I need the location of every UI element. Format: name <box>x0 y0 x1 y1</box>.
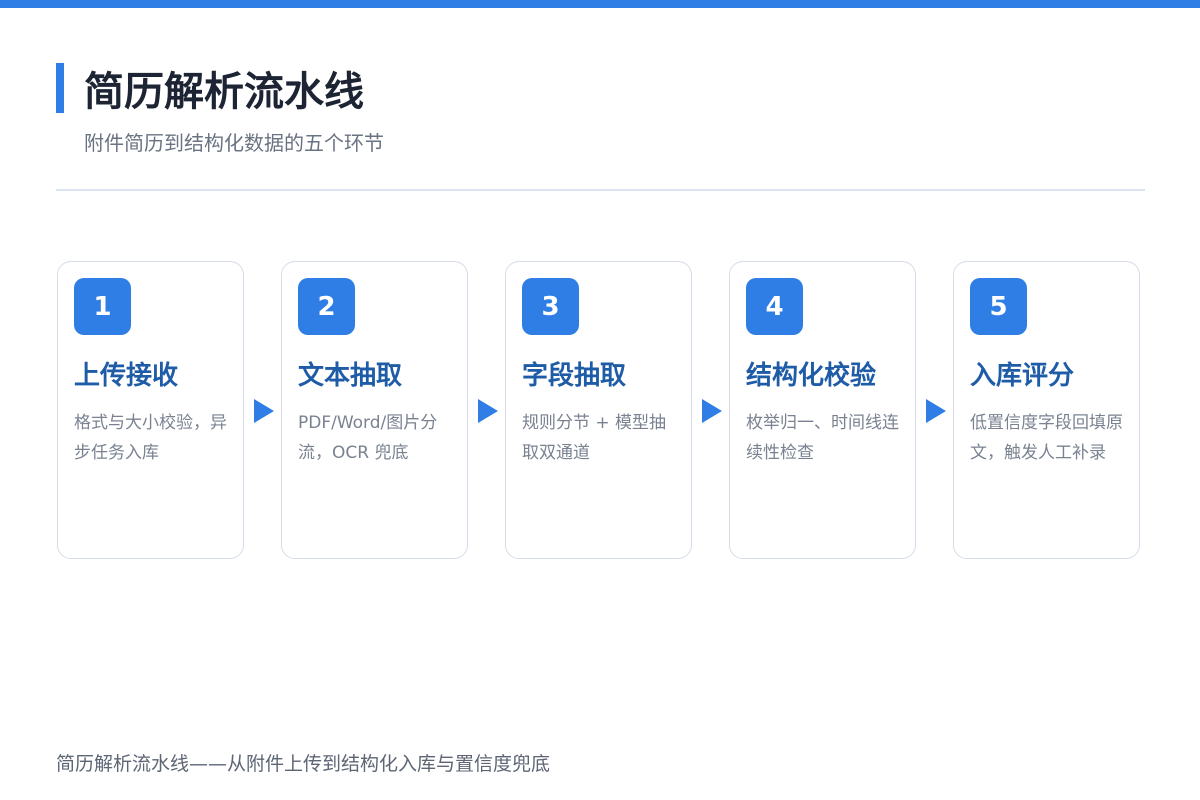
step-description: 规则分节 + 模型抽取双通道 <box>522 413 667 463</box>
header-divider <box>56 189 1145 191</box>
step-title: 结构化校验 <box>746 361 877 391</box>
step-description: 低置信度字段回填原文，触发人工补录 <box>970 413 1123 463</box>
step-number-badge: 2 <box>298 278 355 335</box>
step-card-3: 3 字段抽取 规则分节 + 模型抽取双通道 <box>505 261 692 559</box>
step-card-4: 4 结构化校验 枚举归一、时间线连续性检查 <box>729 261 916 559</box>
arrow-right-icon <box>702 399 722 423</box>
step-description: 枚举归一、时间线连续性检查 <box>746 413 899 463</box>
step-title: 入库评分 <box>970 361 1075 391</box>
page-subtitle: 附件简历到结构化数据的五个环节 <box>84 131 384 155</box>
step-title: 文本抽取 <box>298 361 403 391</box>
step-description: PDF/Word/图片分流，OCR 兜底 <box>298 413 438 463</box>
step-card-2: 2 文本抽取 PDF/Word/图片分流，OCR 兜底 <box>281 261 468 559</box>
top-accent-bar <box>0 0 1200 8</box>
arrow-right-icon <box>254 399 274 423</box>
page-title: 简历解析流水线 <box>84 69 364 115</box>
step-number-badge: 3 <box>522 278 579 335</box>
step-title: 字段抽取 <box>522 361 627 391</box>
step-number-badge: 5 <box>970 278 1027 335</box>
step-card-5: 5 入库评分 低置信度字段回填原文，触发人工补录 <box>953 261 1140 559</box>
title-accent-bar <box>56 63 64 113</box>
step-card-1: 1 上传接收 格式与大小校验，异步任务入库 <box>57 261 244 559</box>
step-title: 上传接收 <box>74 361 179 391</box>
step-number-badge: 1 <box>74 278 131 335</box>
step-description: 格式与大小校验，异步任务入库 <box>74 413 227 463</box>
arrow-right-icon <box>478 399 498 423</box>
step-number-badge: 4 <box>746 278 803 335</box>
footer-caption: 简历解析流水线——从附件上传到结构化入库与置信度兜底 <box>56 753 551 775</box>
arrow-right-icon <box>926 399 946 423</box>
